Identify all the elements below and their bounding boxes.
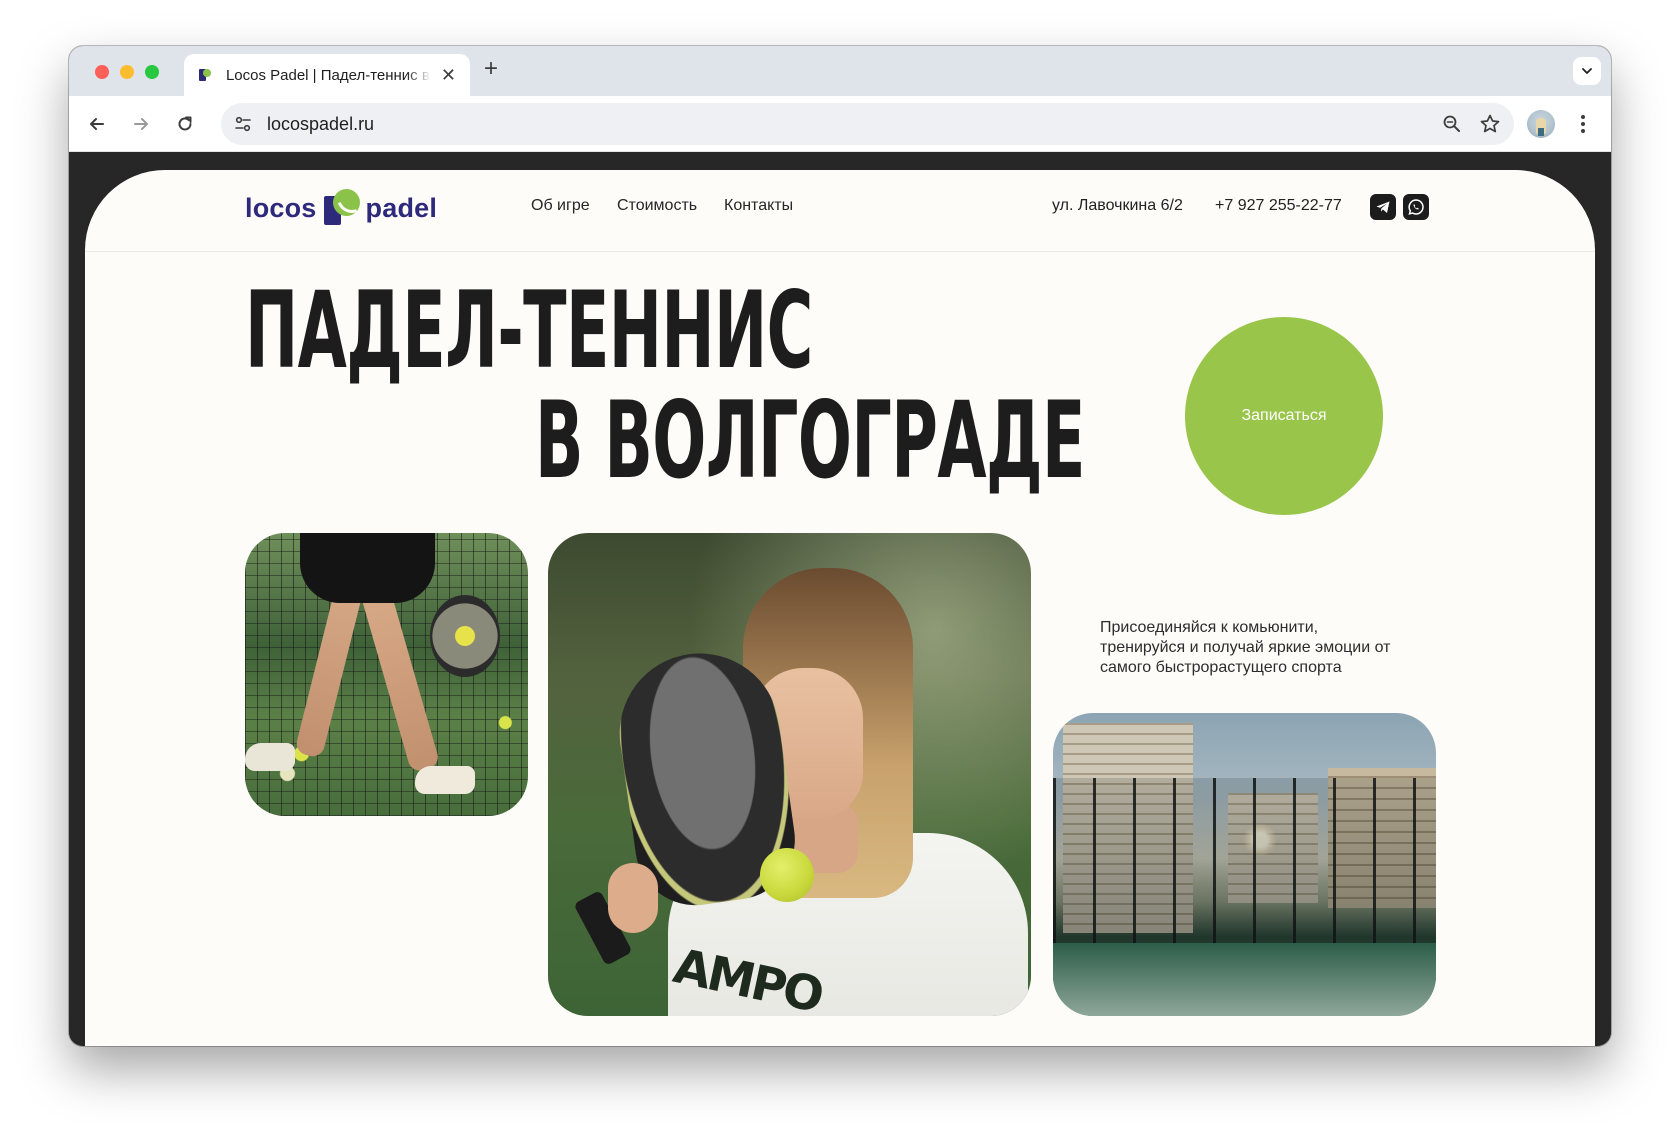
address-bar[interactable]: locospadel.ru — [221, 103, 1514, 145]
tab-title: Locos Padel | Падел-теннис в Волгограде — [225, 66, 431, 84]
photo-player-portrait: AMPO — [548, 533, 1031, 1016]
tab-search-button[interactable] — [1573, 57, 1601, 85]
landing-page: locos padel Об игре Стоимость Контакты у… — [85, 170, 1595, 1046]
browser-tab-active[interactable]: Locos Padel | Падел-теннис в Волгограде … — [184, 54, 470, 96]
hero-title-line2: В ВОЛГОГРАДЕ — [535, 379, 1085, 502]
maximize-window-button[interactable] — [145, 65, 159, 79]
reload-button[interactable] — [171, 110, 199, 138]
site-logo[interactable]: locos padel — [245, 188, 437, 228]
hero-title-line1: ПАДЕЛ-ТЕННИС — [245, 269, 813, 392]
browser-toolbar: locospadel.ru — [69, 96, 1611, 152]
whatsapp-button[interactable] — [1403, 194, 1429, 220]
phone-link[interactable]: +7 927 255-22-77 — [1215, 197, 1342, 215]
tab-strip: Locos Padel | Падел-теннис в Волгограде … — [69, 46, 1611, 96]
nav-link-pricing[interactable]: Стоимость — [617, 197, 697, 215]
photo-player-legs — [245, 533, 528, 816]
reload-icon — [178, 116, 192, 131]
site-header: locos padel Об игре Стоимость Контакты у… — [85, 170, 1595, 252]
address-text: ул. Лавочкина 6/2 — [1052, 197, 1183, 214]
more-vertical-icon — [1581, 115, 1585, 133]
telegram-button[interactable] — [1370, 194, 1396, 220]
zoom-icon[interactable] — [1442, 114, 1462, 134]
arrow-right-icon — [134, 118, 148, 130]
hero-tagline: Присоединяйся к комьюнити, тренируйся и … — [1100, 619, 1391, 676]
nav-link-about[interactable]: Об игре — [531, 197, 590, 215]
nav-link-contacts[interactable]: Контакты — [724, 197, 793, 215]
new-tab-button[interactable]: + — [484, 57, 498, 81]
site-settings-icon[interactable] — [233, 114, 253, 134]
whatsapp-icon — [1408, 199, 1424, 215]
profile-avatar[interactable] — [1527, 110, 1555, 138]
bookmark-star-icon[interactable] — [1479, 113, 1501, 135]
photo-court — [1053, 713, 1436, 1016]
signup-button[interactable]: Записаться — [1185, 317, 1383, 515]
minimize-window-button[interactable] — [120, 65, 134, 79]
telegram-icon — [1376, 201, 1390, 213]
url-text[interactable]: locospadel.ru — [267, 114, 374, 135]
site-favicon-icon — [198, 68, 212, 82]
close-tab-icon[interactable]: ✕ — [441, 66, 456, 84]
logo-word-left: locos — [245, 192, 317, 223]
browser-menu-button[interactable] — [1569, 110, 1597, 138]
logo-mark-icon — [323, 189, 360, 227]
browser-window: Locos Padel | Падел-теннис в Волгограде … — [69, 46, 1611, 1046]
logo-word-right: padel — [365, 192, 438, 223]
page-viewport: locos padel Об игре Стоимость Контакты у… — [69, 152, 1611, 1046]
back-button[interactable] — [83, 110, 111, 138]
chevron-down-icon — [1582, 68, 1592, 74]
arrow-left-icon — [90, 118, 104, 130]
forward-button[interactable] — [127, 110, 155, 138]
close-window-button[interactable] — [95, 65, 109, 79]
